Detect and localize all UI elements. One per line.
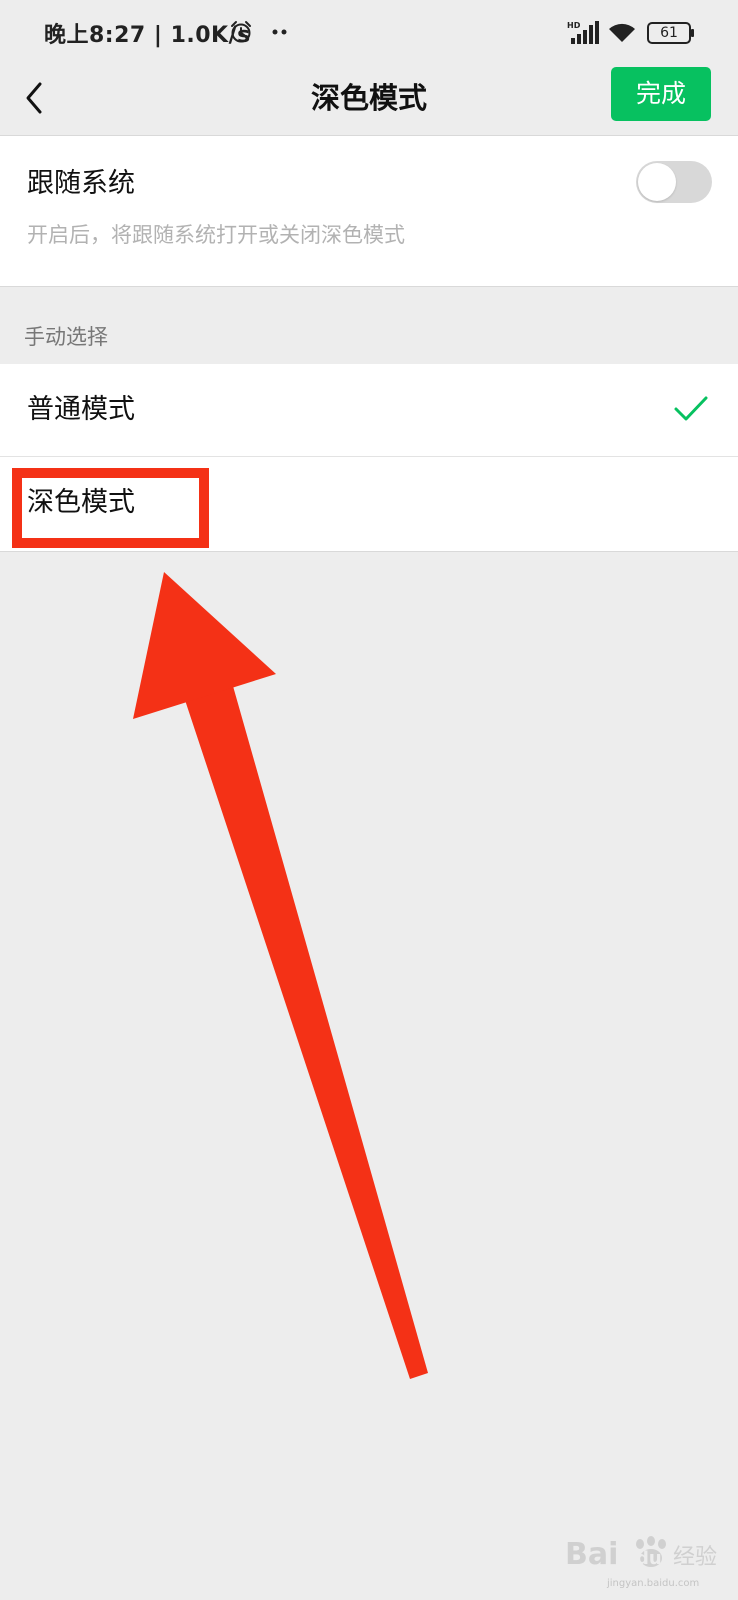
- svg-text:du: du: [636, 1548, 662, 1569]
- status-time: 晚上8:27 | 1.0K/s: [44, 23, 251, 48]
- check-icon: [674, 396, 708, 421]
- highlight-box-annotation: [12, 468, 209, 548]
- arrow-shaft: [181, 672, 428, 1379]
- follow-system-title: 跟随系统: [27, 168, 135, 199]
- status-bar: 晚上8:27 | 1.0K/s HD 61: [0, 0, 738, 62]
- follow-system-section: 跟随系统 开启后，将跟随系统打开或关闭深色模式: [0, 135, 738, 287]
- svg-text:Bai: Bai: [565, 1537, 618, 1572]
- nav-header: 深色模式 完成: [0, 62, 738, 134]
- option-normal-mode[interactable]: 普通模式: [0, 364, 738, 457]
- watermark-url: jingyan.baidu.com: [607, 1578, 700, 1589]
- wifi-icon: [609, 23, 635, 42]
- manual-select-label: 手动选择: [24, 325, 108, 349]
- hd-signal-icon: HD: [567, 21, 599, 44]
- done-button[interactable]: 完成: [611, 67, 711, 121]
- dots-icon: [272, 29, 287, 35]
- dark-mode-settings-page: 晚上8:27 | 1.0K/s HD 61 深色模式 完成 跟随系统 开启后，将…: [0, 0, 738, 1600]
- follow-system-description: 开启后，将跟随系统打开或关闭深色模式: [27, 223, 405, 247]
- battery-level: 61: [660, 25, 678, 41]
- follow-system-toggle[interactable]: [636, 161, 712, 203]
- arrow-head: [133, 572, 276, 719]
- toggle-knob: [638, 163, 676, 201]
- alarm-icon: [231, 21, 251, 43]
- option-label: 普通模式: [27, 394, 135, 425]
- svg-text:HD: HD: [567, 21, 581, 30]
- baidu-jingyan-watermark: Bai du 经验: [565, 1536, 717, 1572]
- svg-text:经验: 经验: [673, 1545, 717, 1570]
